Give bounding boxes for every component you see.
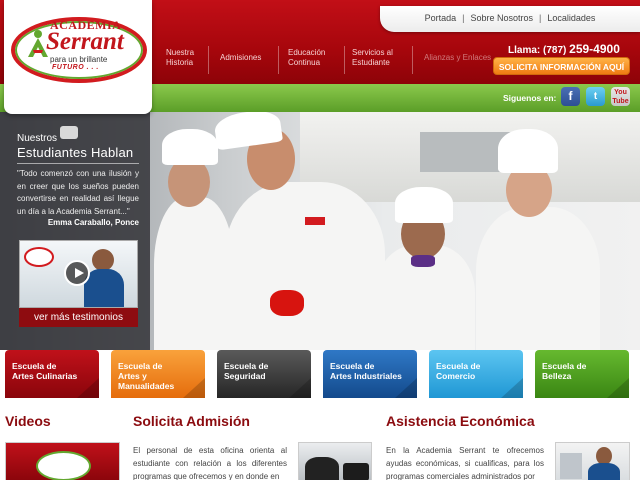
thumb-person-body bbox=[588, 463, 620, 480]
nav-separator bbox=[412, 46, 413, 74]
speech-bubble-icon bbox=[60, 126, 78, 139]
hero-chef-woman bbox=[375, 187, 485, 350]
request-info-button[interactable]: SOLICITA INFORMACIÓN AQUÍ bbox=[493, 57, 630, 75]
school-tile-seguridad[interactable]: Escuela de Seguridad bbox=[217, 350, 311, 398]
school-label-line2: Artes Culinarias bbox=[12, 371, 78, 381]
more-testimonials-button[interactable]: ver más testimonios bbox=[19, 308, 138, 327]
hero-logo-patch bbox=[305, 217, 325, 225]
nav-separator bbox=[208, 46, 209, 74]
thumb-phone bbox=[343, 463, 369, 480]
school-tile-belleza[interactable]: Escuela de Belleza bbox=[535, 350, 629, 398]
phone-label: Llama: bbox=[508, 45, 541, 56]
hero-chef-right bbox=[470, 127, 600, 350]
testimonials-panel: Nuestros Estudiantes Hablan "Todo comenz… bbox=[0, 112, 150, 350]
school-tile-artes-industriales[interactable]: Escuela de Artes Industriales bbox=[323, 350, 417, 398]
testimonials-heading-small: Nuestros bbox=[17, 133, 58, 144]
testimonial-quote: "Todo comenzó con una ilusión y en creer… bbox=[17, 169, 139, 216]
top-link-portada[interactable]: Portada bbox=[425, 13, 457, 23]
school-label-line2: Belleza bbox=[542, 371, 572, 381]
schools-row: Escuela de Artes Culinarias Escuela de A… bbox=[0, 350, 640, 398]
nav-item-servicios-estudiante[interactable]: Servicios al Estudiante bbox=[344, 44, 406, 76]
asistencia-text: En la Academia Serrant te ofrecemos ayud… bbox=[386, 446, 544, 480]
school-label-line1: Escuela de bbox=[542, 361, 587, 371]
hero-food bbox=[270, 290, 304, 316]
thumb-hand bbox=[305, 457, 339, 480]
follow-us-label: Siguenos en: bbox=[503, 93, 557, 103]
school-label-line2: Artes Industriales bbox=[330, 371, 402, 381]
nav-separator bbox=[278, 46, 279, 74]
school-label-line2: Comercio bbox=[436, 371, 476, 381]
logo-tagline: para un brillante bbox=[50, 55, 108, 64]
top-link-sobre-nosotros[interactable]: Sobre Nosotros bbox=[470, 13, 533, 23]
nav-item-alianzas-enlaces[interactable]: Alianzas y Enlaces bbox=[416, 44, 496, 76]
logo-serrant-text: Serrant bbox=[46, 28, 124, 55]
phone-contact: Llama: (787) 259-4900 bbox=[508, 42, 620, 56]
asistencia-title: Asistencia Económica bbox=[386, 413, 535, 429]
school-tile-comercio[interactable]: Escuela de Comercio bbox=[429, 350, 523, 398]
school-label-line1: Escuela de bbox=[330, 361, 375, 371]
facebook-icon[interactable]: f bbox=[561, 87, 580, 106]
logo[interactable]: ACADEMIA Serrant para un brillante FUTUR… bbox=[4, 0, 152, 114]
testimonial-author: Emma Caraballo, Ponce bbox=[47, 218, 139, 227]
admision-title: Solicita Admisión bbox=[133, 413, 250, 429]
logo-futuro: FUTURO . . . bbox=[52, 64, 99, 71]
separator: | bbox=[462, 13, 465, 23]
videos-thumbnail[interactable] bbox=[5, 442, 120, 480]
video-person-body bbox=[84, 269, 124, 307]
admision-thumbnail[interactable] bbox=[298, 442, 372, 480]
video-person-head bbox=[92, 249, 114, 271]
top-links-bar: Portada | Sobre Nosotros | Localidades bbox=[380, 6, 640, 32]
video-logo bbox=[24, 247, 54, 267]
testimonial-video[interactable] bbox=[19, 240, 138, 308]
school-label-line1: Escuela de bbox=[118, 361, 163, 371]
nav-item-educacion-continua[interactable]: Educación Continua bbox=[280, 44, 340, 76]
admision-text: El personal de esta oficina orienta al e… bbox=[133, 446, 287, 480]
video-thumb-logo bbox=[36, 451, 91, 480]
school-tile-culinarias[interactable]: Escuela de Artes Culinarias bbox=[5, 350, 99, 398]
phone-area: (787) bbox=[543, 45, 567, 56]
divider bbox=[17, 163, 139, 164]
testimonials-heading: Estudiantes Hablan bbox=[17, 145, 134, 160]
school-label-line1: Escuela de bbox=[224, 361, 269, 371]
school-label-line2: Artes y Manualidades bbox=[118, 371, 175, 391]
thumb-desk bbox=[560, 453, 582, 479]
separator: | bbox=[539, 13, 542, 23]
nav-item-admisiones[interactable]: Admisiones bbox=[212, 44, 272, 76]
hero-chef-center bbox=[212, 112, 385, 350]
phone-number: 259-4900 bbox=[569, 42, 620, 56]
twitter-icon[interactable]: t bbox=[586, 87, 605, 106]
school-tile-artes-manualidades[interactable]: Escuela de Artes y Manualidades bbox=[111, 350, 205, 398]
top-link-localidades[interactable]: Localidades bbox=[547, 13, 595, 23]
school-label-line1: Escuela de bbox=[12, 361, 57, 371]
asistencia-thumbnail[interactable] bbox=[555, 442, 630, 480]
play-icon[interactable] bbox=[64, 260, 90, 286]
nav-item-nuestra-historia[interactable]: Nuestra Historia bbox=[158, 44, 208, 76]
hero-scarf bbox=[411, 255, 435, 267]
school-label-line2: Seguridad bbox=[224, 371, 266, 381]
youtube-icon[interactable]: You Tube bbox=[611, 87, 630, 106]
school-label-line1: Escuela de bbox=[436, 361, 481, 371]
videos-title: Videos bbox=[5, 413, 51, 429]
